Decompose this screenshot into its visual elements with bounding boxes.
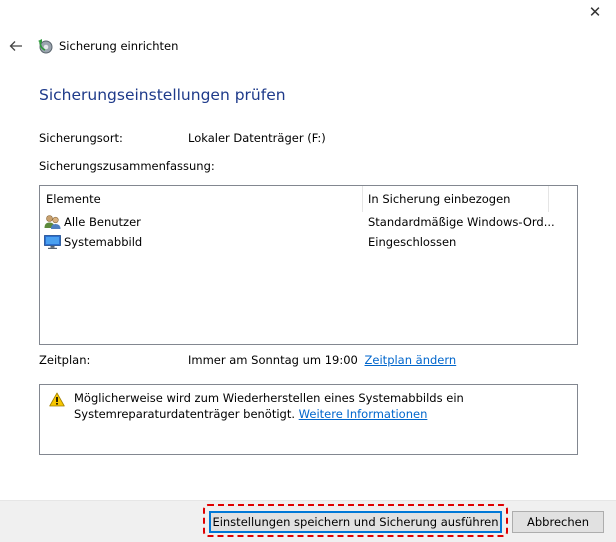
list-item-value: Standardmäßige Windows-Ord... [368, 215, 555, 229]
list-item-name: Alle Benutzer [44, 212, 141, 232]
list-item-label: Systemabbild [64, 235, 143, 249]
save-and-run-button[interactable]: Einstellungen speichern und Sicherung au… [209, 511, 502, 533]
page-title: Sicherungseinstellungen prüfen [39, 86, 286, 104]
wizard-header: Sicherung einrichten [8, 35, 178, 57]
users-icon [44, 215, 61, 229]
close-icon: ✕ [588, 3, 602, 21]
backup-location-label: Sicherungsort: [39, 131, 123, 145]
column-separator[interactable] [548, 186, 549, 212]
list-item[interactable]: Systemabbild Eingeschlossen [40, 232, 577, 252]
column-header-elements[interactable]: Elemente [40, 186, 362, 212]
close-button[interactable]: ✕ [587, 4, 603, 20]
summary-label: Sicherungszusammenfassung: [39, 159, 215, 173]
warning-icon [49, 392, 65, 407]
schedule-label: Zeitplan: [39, 353, 91, 367]
schedule-value: Immer am Sonntag um 19:00 Zeitplan änder… [188, 353, 456, 367]
wizard-title: Sicherung einrichten [59, 39, 179, 53]
warning-box: Möglicherweise wird zum Wiederherstellen… [39, 384, 578, 455]
monitor-icon [44, 235, 61, 249]
summary-list[interactable]: Elemente In Sicherung einbezogen Alle Be… [39, 185, 578, 345]
footer-bar: Einstellungen speichern und Sicherung au… [0, 500, 616, 542]
list-item-name: Systemabbild [44, 232, 142, 252]
list-item[interactable]: Alle Benutzer Standardmäßige Windows-Ord… [40, 212, 577, 232]
backup-location-value: Lokaler Datenträger (F:) [188, 131, 326, 145]
warning-text-block: Möglicherweise wird zum Wiederherstellen… [74, 390, 569, 422]
list-item-value: Eingeschlossen [368, 235, 457, 249]
schedule-text: Immer am Sonntag um 19:00 [188, 353, 358, 367]
back-arrow-icon [9, 41, 22, 51]
back-button[interactable] [8, 38, 24, 54]
backup-icon [38, 39, 53, 54]
more-info-link[interactable]: Weitere Informationen [299, 407, 428, 421]
cancel-button[interactable]: Abbrechen [512, 511, 604, 533]
column-header-included[interactable]: In Sicherung einbezogen [362, 186, 548, 212]
change-schedule-link[interactable]: Zeitplan ändern [365, 353, 457, 367]
list-header: Elemente In Sicherung einbezogen [40, 186, 577, 212]
list-item-label: Alle Benutzer [64, 215, 141, 229]
